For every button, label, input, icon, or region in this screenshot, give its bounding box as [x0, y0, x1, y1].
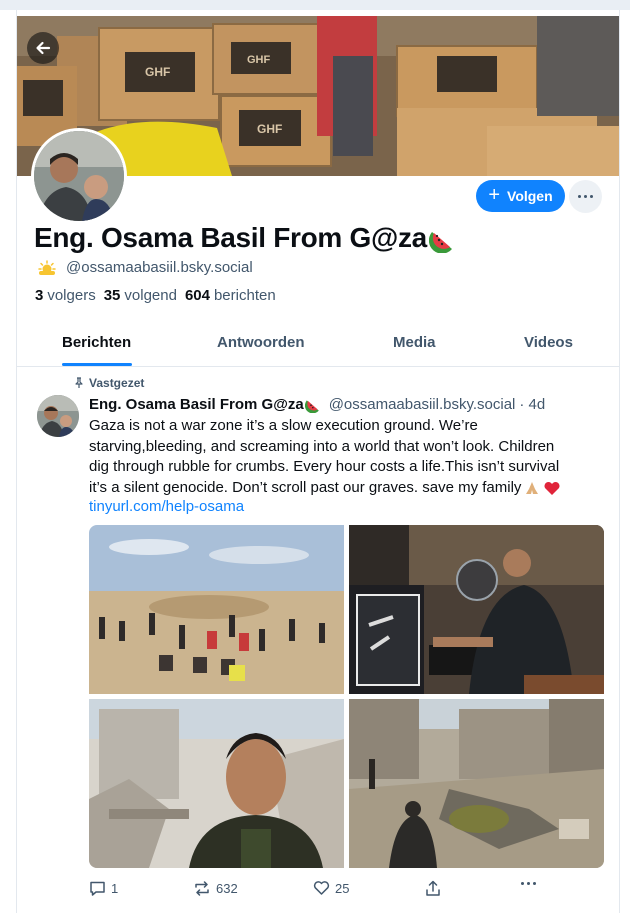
rubble-photo-art	[349, 699, 604, 868]
red-heart-icon	[544, 481, 560, 495]
post-avatar-image	[37, 395, 79, 437]
share-button[interactable]	[425, 880, 441, 897]
post-link[interactable]: tinyurl.com/help-osama	[89, 498, 244, 515]
followers-count: 3	[35, 287, 44, 304]
share-icon	[426, 880, 440, 896]
tab-videos[interactable]: Videos	[524, 328, 573, 366]
following-count: 35	[103, 287, 121, 304]
post-header: Eng. Osama Basil From G@za @ossamaabasii…	[89, 395, 545, 413]
tab-media[interactable]: Media	[393, 328, 436, 366]
post-author-name[interactable]: Eng. Osama Basil From G@za	[89, 396, 304, 413]
tab-berichten[interactable]: Berichten	[62, 328, 131, 366]
post-time[interactable]: · 4d	[519, 396, 545, 413]
man-at-computer-photo[interactable]	[349, 525, 604, 694]
reply-count: 1	[111, 881, 119, 896]
post-text-line-2: starving,bleeding, and screaming into a …	[89, 437, 555, 455]
profile-handle: @ossamaabasiil.bsky.social	[66, 259, 253, 276]
selfie-photo-art	[89, 699, 344, 868]
post-text-line-3: dig through rubble for crumbs. Every hou…	[89, 458, 560, 475]
posts-label: berichten	[213, 287, 276, 304]
pinned-label: Vastgezet	[89, 376, 145, 390]
avatar-image	[34, 131, 124, 221]
like-button[interactable]: 25	[313, 880, 349, 896]
post-more-button[interactable]	[521, 882, 536, 885]
display-name: Eng. Osama Basil From G@za	[34, 222, 427, 253]
profile-tabs: Berichten Antwoorden Media Videos	[17, 328, 619, 367]
post-author-handle[interactable]: @ossamaabasiil.bsky.social	[329, 396, 516, 413]
destroyed-buildings-photo[interactable]	[349, 699, 604, 868]
heart-icon	[313, 881, 330, 895]
speech-bubble-icon	[90, 881, 105, 896]
display-name-row: Eng. Osama Basil From G@za	[34, 222, 459, 254]
tab-antwoorden[interactable]: Antwoorden	[217, 328, 305, 366]
more-horizontal-icon	[578, 195, 593, 198]
posts-count: 604	[184, 287, 210, 304]
ellipsis-icon	[521, 882, 536, 885]
crowd-photo-art	[89, 525, 344, 694]
repost-icon	[195, 881, 209, 896]
pin-icon	[75, 377, 83, 388]
following-stat[interactable]: 35 volgend	[104, 287, 177, 304]
profile-stats: 3 volgers 35 volgend 604 berichten	[35, 287, 276, 304]
plus-icon: +	[488, 183, 501, 206]
repost-button[interactable]: 632	[193, 880, 238, 897]
profile-page: GHF GHF GHF + Volgen Eng. Osama Basil Fr…	[16, 10, 620, 913]
reply-button[interactable]: 1	[89, 880, 118, 897]
computer-photo-art	[349, 525, 604, 694]
active-tab-indicator	[62, 363, 132, 366]
pinned-label-row: Vastgezet	[73, 376, 144, 390]
crowd-on-sand-photo[interactable]	[89, 525, 344, 694]
banner-box-label: GHF	[145, 65, 170, 79]
post-author-avatar[interactable]	[37, 395, 79, 437]
folded-hands-icon	[526, 481, 539, 494]
post-actions: 1 632 25	[89, 880, 536, 902]
post-text: Gaza is not a war zone it’s a slow execu…	[89, 416, 599, 498]
profile-avatar[interactable]	[31, 128, 127, 224]
post-text-line-1: Gaza is not a war zone it’s a slow execu…	[89, 417, 478, 434]
like-count: 25	[335, 880, 350, 896]
arrow-left-icon	[36, 41, 51, 55]
repost-count: 632	[216, 881, 238, 896]
handle-row: @ossamaabasiil.bsky.social	[36, 259, 253, 276]
sun-behind-cloud-icon	[38, 259, 56, 275]
top-strip	[0, 0, 630, 10]
back-button[interactable]	[27, 32, 59, 64]
posts-stat: 604 berichten	[185, 287, 276, 304]
post-text-line-4: it’s a silent genocide. Don’t scroll pas…	[89, 478, 522, 496]
more-options-button[interactable]	[569, 180, 602, 213]
post-text-line-4-row: it’s a silent genocide. Don’t scroll pas…	[89, 478, 599, 499]
selfie-in-rubble-photo[interactable]	[89, 699, 344, 868]
watermelon-icon	[428, 232, 452, 253]
following-label: volgend	[124, 287, 177, 304]
watermelon-icon	[304, 400, 319, 413]
follow-button[interactable]: + Volgen	[476, 180, 565, 212]
followers-stat[interactable]: 3 volgers	[35, 287, 96, 304]
post-image-grid	[89, 525, 604, 868]
banner-box-label-2: GHF	[247, 54, 271, 66]
banner-box-label-3: GHF	[257, 122, 282, 136]
followers-label: volgers	[47, 287, 96, 304]
follow-label: Volgen	[507, 188, 553, 204]
